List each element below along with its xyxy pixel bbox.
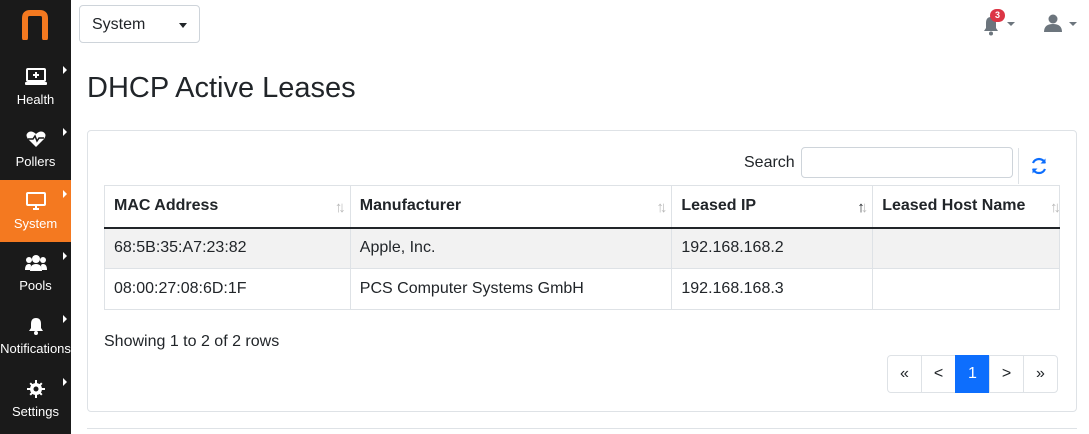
column-header-mac-address[interactable]: MAC Address ↑↓	[104, 185, 351, 229]
column-header-label: MAC Address	[114, 197, 219, 215]
cell-manufacturer: PCS Computer Systems GmbH	[349, 268, 673, 310]
sidebar-item-settings[interactable]: Settings	[0, 368, 71, 430]
table-header-row: MAC Address ↑↓ Manufacturer ↑↓ Leased IP…	[104, 185, 1061, 229]
chevron-down-icon[interactable]	[1069, 22, 1077, 26]
caret-right-icon	[63, 378, 67, 386]
sort-icon: ↑↓	[334, 199, 346, 216]
module-selector[interactable]: System	[79, 5, 200, 43]
chevron-down-icon	[179, 23, 187, 28]
divider	[87, 428, 1077, 429]
sidebar-item-label: Health	[16, 92, 55, 107]
user-icon	[1044, 14, 1062, 32]
sidebar: Health Pollers System Pools Notification…	[0, 0, 71, 434]
page-title: DHCP Active Leases	[87, 72, 356, 104]
sidebar-item-pollers[interactable]: Pollers	[0, 118, 71, 180]
cell-leased-ip: 192.168.168.3	[671, 268, 874, 310]
column-header-manufacturer[interactable]: Manufacturer ↑↓	[349, 185, 673, 229]
page-1-button[interactable]: 1	[955, 355, 990, 393]
cell-leased-host-name	[872, 268, 1060, 310]
sidebar-item-label: System	[13, 216, 58, 231]
leases-table: MAC Address ↑↓ Manufacturer ↑↓ Leased IP…	[104, 185, 1061, 310]
pagination: « < 1 > »	[887, 355, 1058, 393]
sidebar-item-label: Settings	[12, 404, 59, 419]
bell-icon	[28, 318, 43, 335]
users-icon	[24, 255, 47, 271]
sidebar-item-health[interactable]: Health	[0, 56, 71, 118]
sidebar-item-pools[interactable]: Pools	[0, 242, 71, 304]
sidebar-item-notifications[interactable]: Notifications	[0, 305, 71, 367]
cell-leased-host-name	[872, 227, 1060, 269]
monitor-plus-icon	[24, 68, 47, 85]
cell-mac-address: 68:5B:35:A7:23:82	[104, 227, 351, 269]
caret-right-icon	[63, 315, 67, 323]
search-input[interactable]	[801, 147, 1013, 178]
cell-leased-ip: 192.168.168.2	[671, 227, 874, 269]
caret-right-icon	[63, 252, 67, 260]
desktop-icon	[25, 192, 46, 210]
sidebar-item-label: Pollers	[15, 154, 56, 169]
sidebar-item-label: Pools	[19, 278, 52, 293]
last-page-button[interactable]: »	[1023, 355, 1058, 393]
sidebar-item-label: Notifications	[0, 341, 71, 356]
caret-right-icon	[63, 128, 67, 136]
refresh-button[interactable]	[1018, 148, 1058, 184]
column-header-label: Manufacturer	[359, 197, 462, 215]
next-page-button[interactable]: >	[989, 355, 1024, 393]
caret-right-icon	[63, 66, 67, 74]
sort-ascending-icon: ↑↓	[857, 199, 868, 216]
sort-icon: ↑↓	[656, 199, 667, 216]
logo[interactable]	[0, 0, 71, 50]
table-row: 08:00:27:08:6D:1F PCS Computer Systems G…	[104, 268, 1060, 310]
sidebar-item-system[interactable]: System	[0, 180, 71, 242]
column-header-leased-host-name[interactable]: Leased Host Name ↑↓	[872, 185, 1061, 229]
sort-icon: ↑↓	[1050, 199, 1061, 216]
user-menu-button[interactable]	[1044, 14, 1064, 34]
chevron-down-icon[interactable]	[1007, 22, 1015, 26]
first-page-button[interactable]: «	[887, 355, 922, 393]
column-header-label: Leased Host Name	[882, 197, 1026, 215]
notification-count-badge: 3	[990, 9, 1005, 22]
table-row: 68:5B:35:A7:23:82 Apple, Inc. 192.168.16…	[104, 227, 1060, 269]
column-header-leased-ip[interactable]: Leased IP ↑↓	[671, 185, 874, 229]
gear-icon	[26, 380, 45, 398]
logo-icon	[22, 10, 48, 40]
search-label: Search	[744, 154, 795, 171]
module-selector-value: System	[92, 16, 146, 33]
caret-right-icon	[63, 190, 67, 198]
previous-page-button[interactable]: <	[921, 355, 956, 393]
heartbeat-icon	[26, 131, 45, 147]
column-header-label: Leased IP	[681, 197, 757, 215]
pagination-info: Showing 1 to 2 of 2 rows	[104, 333, 280, 350]
cell-mac-address: 08:00:27:08:6D:1F	[104, 268, 351, 310]
cell-manufacturer: Apple, Inc.	[349, 227, 673, 269]
refresh-icon	[1031, 157, 1046, 175]
